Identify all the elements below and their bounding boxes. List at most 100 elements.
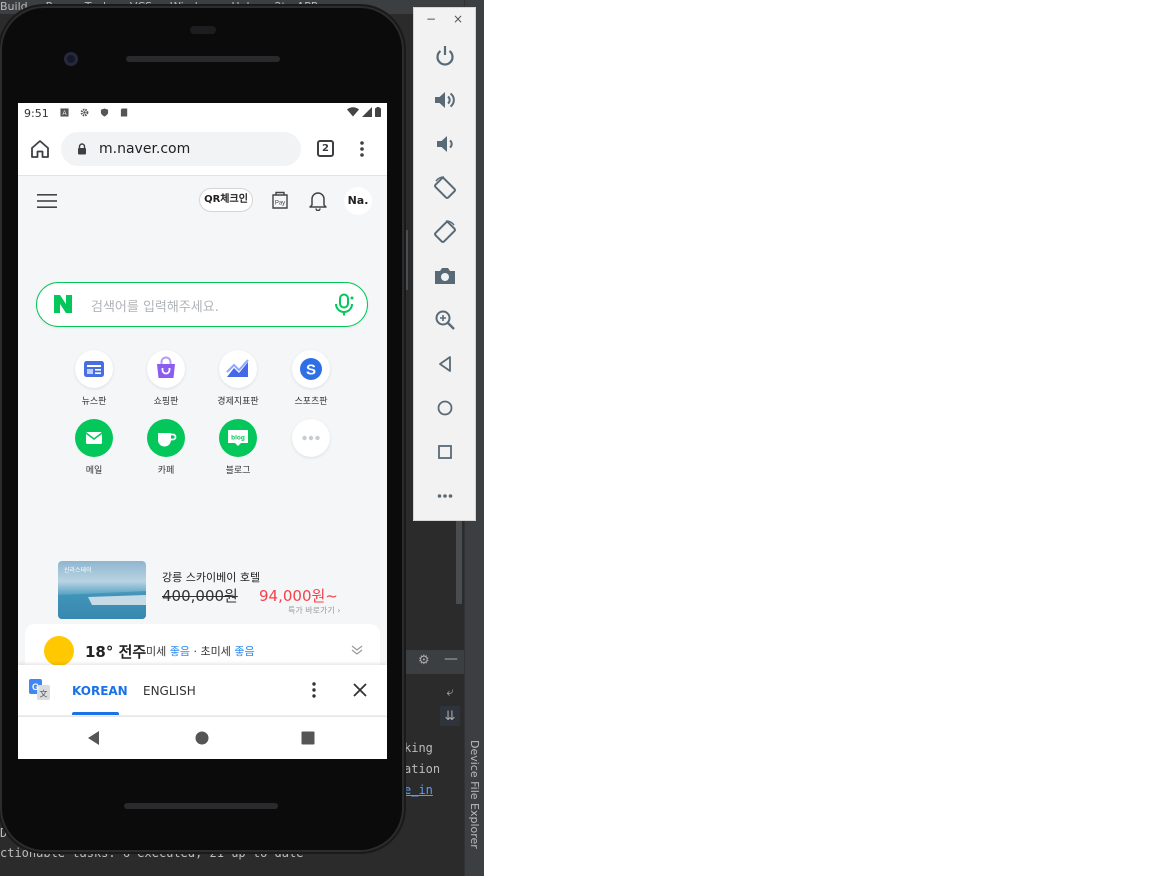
qr-checkin-button[interactable]: QR체크인 [199, 188, 253, 212]
news-icon [75, 350, 113, 388]
camera-icon[interactable] [432, 263, 458, 289]
naver-pay-icon[interactable]: Pay [270, 190, 290, 210]
emulator-toolbar: − × [413, 7, 476, 521]
search-placeholder: 검색어를 입력해주세요. [91, 300, 219, 315]
home-circle-icon[interactable] [432, 395, 458, 421]
blog-icon: blog [219, 419, 257, 457]
status-time: 9:51 [24, 107, 49, 120]
browser-toolbar: m.naver.com 2 [18, 123, 387, 176]
url-text: m.naver.com [99, 141, 191, 157]
shield-icon [100, 108, 109, 117]
shortcut-more[interactable] [281, 419, 341, 457]
home-icon[interactable] [28, 137, 52, 161]
microphone-icon[interactable] [333, 293, 355, 317]
close-icon[interactable]: × [451, 12, 465, 26]
volume-down-icon[interactable] [432, 131, 458, 157]
volume-up-icon[interactable] [432, 87, 458, 113]
shortcut-label: 블로그 [225, 466, 251, 476]
zoom-icon[interactable] [432, 307, 458, 333]
overview-square-icon[interactable] [432, 439, 458, 465]
lock-icon [78, 143, 86, 155]
top-speaker-grille [126, 56, 280, 62]
signal-icon [362, 107, 372, 117]
naver-header: QR체크인 Pay Na. [18, 176, 387, 226]
minimize-icon[interactable]: — [444, 651, 458, 667]
google-translate-icon: G文 [29, 679, 50, 700]
gear-icon[interactable]: ⚙ [418, 653, 430, 668]
more-vert-icon[interactable] [307, 680, 321, 700]
editor-scrollbar[interactable] [404, 230, 408, 290]
chevron-double-down-icon[interactable] [351, 644, 363, 656]
app-a-icon: A [60, 108, 69, 117]
naver-logo-icon [54, 295, 72, 313]
ad-new-price: 94,000원~ [259, 587, 338, 605]
soft-wrap-icon[interactable]: ⤶ [440, 682, 460, 702]
ad-old-price: 400,000원 [162, 587, 238, 605]
back-icon[interactable] [85, 729, 103, 747]
shortcut-news[interactable]: 뉴스판 [64, 350, 124, 407]
more-vert-icon[interactable] [354, 139, 370, 159]
svg-text:S: S [306, 362, 316, 379]
shortcut-blog[interactable]: blog 블로그 [208, 419, 268, 476]
search-input[interactable]: 검색어를 입력해주세요. [36, 282, 368, 327]
sd-card-icon [120, 108, 128, 117]
economy-icon [219, 350, 257, 388]
editor-scrollbar-2[interactable] [456, 520, 462, 604]
translate-tab-korean[interactable]: KOREAN [72, 684, 128, 698]
shortcut-cafe[interactable]: 카페 [136, 419, 196, 476]
rotate-left-icon[interactable] [432, 175, 458, 201]
sports-icon: S [292, 350, 330, 388]
ad-banner[interactable]: 신라스테이 강릉 스카이베이 호텔 400,000원 94,000원~ 특가 바… [58, 561, 358, 621]
shortcut-mail[interactable]: 메일 [64, 419, 124, 476]
rotate-right-icon[interactable] [432, 219, 458, 245]
cafe-icon [147, 419, 185, 457]
status-right-icons [347, 107, 381, 117]
android-navigation-bar [18, 716, 387, 759]
translate-tab-english[interactable]: ENGLISH [143, 684, 196, 698]
back-icon[interactable] [432, 351, 458, 377]
translate-bar: G文 KOREAN ENGLISH [18, 665, 387, 715]
front-camera [64, 52, 78, 66]
address-bar[interactable]: m.naver.com [61, 132, 301, 166]
battery-icon [375, 107, 381, 117]
hamburger-menu-icon[interactable] [36, 192, 58, 210]
device-file-explorer-tab[interactable]: Device File Explorer [468, 740, 481, 849]
profile-avatar[interactable]: Na. [344, 187, 372, 215]
tab-switcher-button[interactable]: 2 [317, 140, 334, 157]
active-tab-indicator [72, 712, 119, 715]
recents-square-icon[interactable] [299, 729, 317, 747]
shortcut-label: 쇼핑판 [153, 397, 179, 407]
shortcut-label: 뉴스판 [81, 397, 107, 407]
shortcut-shopping[interactable]: 쇼핑판 [136, 350, 196, 407]
console-text: king [404, 741, 433, 755]
bell-icon[interactable] [307, 189, 329, 211]
ad-cta-link[interactable]: 특가 바로가기 › [288, 605, 340, 616]
ad-title: 강릉 스카이베이 호텔 [162, 571, 261, 584]
console-link[interactable]: e_in [404, 783, 433, 797]
more-horiz-icon[interactable] [432, 483, 458, 509]
air-quality-info: 미세 좋음 · 초미세 좋음 [146, 645, 255, 658]
bottom-speaker-grille [124, 803, 278, 809]
close-icon[interactable] [352, 682, 368, 698]
shortcut-sports[interactable]: S 스포츠판 [281, 350, 341, 407]
android-status-bar: 9:51 A [18, 103, 387, 123]
shortcut-economy[interactable]: 경제지표판 [208, 350, 268, 407]
shortcut-label: 경제지표판 [217, 397, 259, 407]
sun-icon [44, 636, 74, 666]
phone-screen: 9:51 A m.naver.com 2 QR체크인 Pay Na. 검색어를 … [18, 103, 387, 759]
minimize-icon[interactable]: − [424, 12, 438, 26]
shortcut-label: 스포츠판 [294, 397, 328, 407]
shortcut-label: 메일 [85, 466, 103, 476]
svg-text:文: 文 [40, 689, 48, 699]
pay-label: Pay [275, 201, 285, 207]
home-circle-icon[interactable] [193, 729, 211, 747]
mail-icon [75, 419, 113, 457]
scroll-to-end-icon[interactable]: ⇊ [440, 706, 460, 726]
settings-gear-icon [80, 108, 89, 117]
more-icon [292, 419, 330, 457]
shopping-icon [147, 350, 185, 388]
weather-temperature-city: 18° 전주 [85, 643, 147, 661]
ide-panel-header: ⚙ — [404, 650, 464, 674]
power-icon[interactable] [432, 43, 458, 69]
console-text: ation [404, 762, 441, 776]
